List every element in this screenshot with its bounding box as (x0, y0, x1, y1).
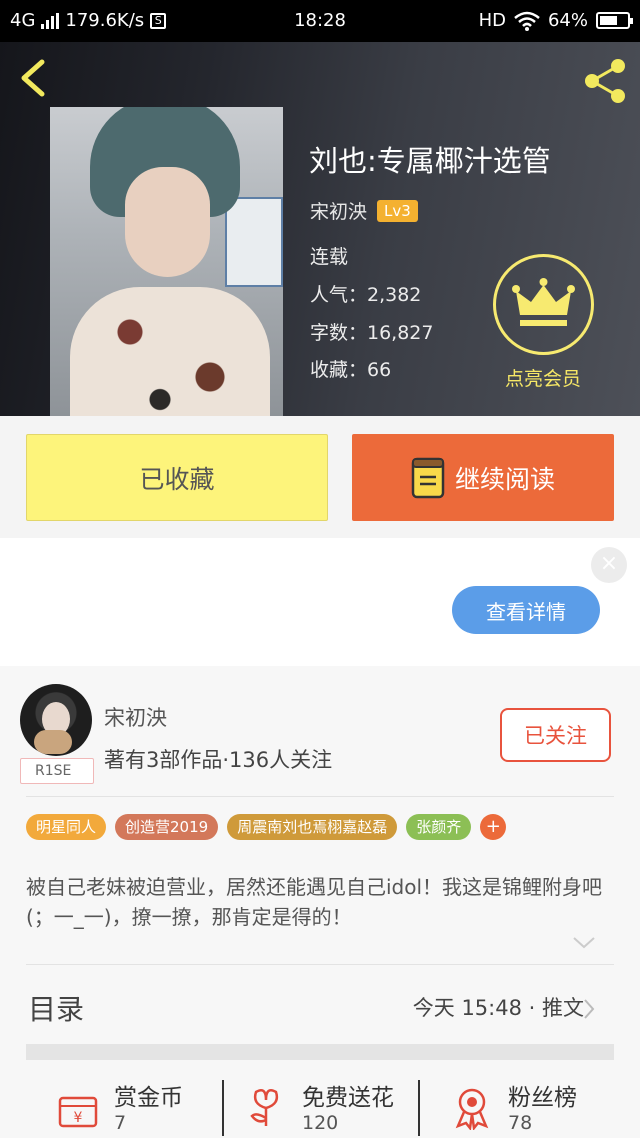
crown-icon (512, 278, 575, 326)
battery-fill (600, 16, 617, 25)
vip-crown-button[interactable] (493, 254, 594, 355)
book-summary: 被自己老妹被迫营业，居然还能遇见自己idol！我这是锦鲤附身吧(；一_一)，撩一… (26, 875, 603, 929)
hd-indicator: HD (478, 10, 506, 31)
toc-update-time: 今天 15:48 · 推文 (412, 996, 584, 1020)
ribbon-medal-icon (455, 1088, 489, 1130)
cover-figure-shirt (70, 287, 270, 416)
toc-title: 目录 (28, 993, 85, 1026)
action-separator (418, 1080, 420, 1136)
primary-actions: 已收藏 继续阅读 (0, 416, 640, 538)
book-header: 刘也:专属椰汁选管 宋初泱 Lv3 连载 人气：2,382 字数：16,827 … (0, 42, 640, 416)
continue-reading-button[interactable]: 继续阅读 (352, 434, 614, 521)
author-row[interactable]: 宋初泱 Lv3 (310, 197, 418, 224)
book-info-section: R1SE 宋初泱 著有3部作品·136人关注 已关注 明星同人 创造营2019 … (0, 666, 640, 1138)
level-badge: Lv3 (377, 199, 418, 222)
avatar[interactable] (20, 684, 92, 756)
divider (26, 964, 614, 965)
followed-button[interactable]: 已关注 (500, 708, 611, 762)
serial-status: 连载 (310, 246, 349, 268)
vip-label[interactable]: 点亮会员 (478, 364, 608, 391)
action-separator (222, 1080, 224, 1136)
reward-coin-label: 赏金币 (114, 1085, 183, 1111)
avatar-pet (34, 730, 72, 754)
send-flower-count: 120 (302, 1112, 339, 1134)
tag-chip[interactable]: 周震南刘也焉栩嘉赵磊 (227, 814, 398, 840)
share-icon[interactable] (580, 56, 630, 106)
flower-icon (250, 1089, 279, 1126)
chevron-right-icon (584, 999, 595, 1019)
view-details-button[interactable]: 查看详情 (452, 586, 600, 634)
status-bar: 4G 179.6K/s S 18:28 HD 64% (0, 0, 640, 42)
writer-name[interactable]: 宋初泱 (104, 702, 167, 732)
more-tags-button[interactable]: + (480, 814, 507, 840)
chevron-down-icon[interactable] (572, 936, 596, 950)
fan-ranking-label: 粉丝榜 (508, 1085, 577, 1111)
divider (26, 796, 614, 797)
book-title: 刘也:专属椰汁选管 (309, 144, 551, 178)
section-divider-bar (26, 1044, 614, 1060)
favorited-button[interactable]: 已收藏 (26, 434, 328, 521)
tag-list: 明星同人 创造营2019 周震南刘也焉栩嘉赵磊 张颜齐 + (26, 814, 507, 840)
tag-chip[interactable]: 明星同人 (26, 814, 107, 840)
wifi-icon (514, 11, 540, 31)
ad-banner: × 查看详情 (0, 538, 640, 666)
word-count: 字数：16,827 (310, 322, 434, 344)
fan-badge: R1SE (20, 758, 94, 784)
battery-icon (596, 12, 633, 29)
svg-text:¥: ¥ (74, 1110, 83, 1126)
cover-figure-face (125, 167, 210, 277)
send-flower-label: 免费送花 (302, 1085, 394, 1111)
popularity: 人气：2,382 (310, 284, 422, 306)
favorite-count: 收藏：66 (310, 359, 392, 381)
continue-reading-label: 继续阅读 (454, 464, 555, 494)
reader-actions: ¥ 赏金币 7 免费送花 120 粉丝榜 78 (26, 1074, 614, 1138)
fan-ranking-button[interactable]: 粉丝榜 78 (450, 1074, 610, 1138)
book-cover-image[interactable] (50, 107, 283, 416)
battery-percent: 64% (547, 10, 588, 31)
coin-gift-icon: ¥ (58, 1096, 98, 1128)
tag-chip[interactable]: 创造营2019 (115, 814, 219, 840)
send-flower-button[interactable]: 免费送花 120 (244, 1074, 414, 1138)
table-of-contents-row[interactable]: 目录 今天 15:48 · 推文 (26, 984, 614, 1034)
reward-coin-count: 7 (114, 1112, 127, 1134)
cover-background-sign (225, 197, 283, 287)
author-name[interactable]: 宋初泱 (310, 197, 367, 224)
fan-ranking-count: 78 (508, 1112, 533, 1134)
book-icon (411, 457, 445, 498)
writer-stats: 著有3部作品·136人关注 (104, 748, 333, 772)
reward-coin-button[interactable]: ¥ 赏金币 7 (56, 1074, 216, 1138)
status-right: HD 64% (478, 10, 633, 31)
tag-chip[interactable]: 张颜齐 (406, 814, 472, 840)
close-icon[interactable]: × (591, 547, 627, 583)
chevron-left-icon[interactable] (14, 56, 54, 100)
